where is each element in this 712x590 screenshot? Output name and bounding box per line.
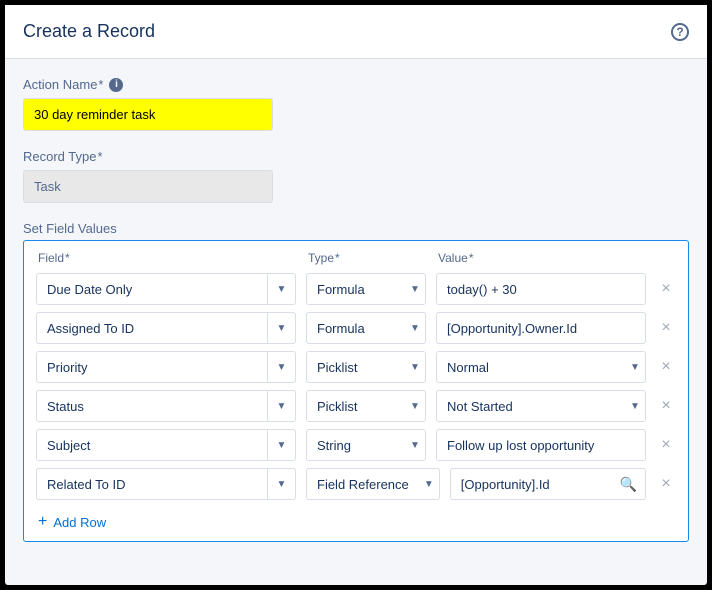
field-select[interactable]: Subject ▼ <box>36 429 296 461</box>
chevron-down-icon: ▼ <box>267 274 295 304</box>
field-row: Related To ID ▼ Field Reference ▼ [Oppor… <box>36 468 676 500</box>
chevron-down-icon: ▼ <box>405 362 425 373</box>
grid-header: Field Type Value <box>36 251 676 265</box>
action-name-label: Action Name i <box>23 77 689 92</box>
field-row: Subject ▼ String ▼ Follow up lost opport… <box>36 429 676 461</box>
field-row: Due Date Only ▼ Formula ▼ today() + 30 × <box>36 273 676 305</box>
type-select[interactable]: Picklist ▼ <box>306 351 426 383</box>
type-select[interactable]: Picklist ▼ <box>306 390 426 422</box>
help-icon[interactable]: ? <box>671 23 689 41</box>
record-type-label: Record Type <box>23 149 689 164</box>
search-icon: 🔍 <box>620 476 645 493</box>
field-row: Status ▼ Picklist ▼ Not Started ▼ × <box>36 390 676 422</box>
remove-row-button[interactable]: × <box>656 280 676 298</box>
chevron-down-icon: ▼ <box>405 284 425 295</box>
type-select[interactable]: String ▼ <box>306 429 426 461</box>
field-select[interactable]: Assigned To ID ▼ <box>36 312 296 344</box>
chevron-down-icon: ▼ <box>625 401 645 412</box>
remove-row-button[interactable]: × <box>656 475 676 493</box>
value-input[interactable]: today() + 30 <box>436 273 646 305</box>
col-field-header: Field <box>38 251 298 265</box>
record-type-group: Record Type Task <box>23 149 689 203</box>
chevron-down-icon: ▼ <box>405 323 425 334</box>
remove-row-button[interactable]: × <box>656 436 676 454</box>
create-record-panel: Create a Record ? Action Name i Record T… <box>5 5 707 585</box>
field-select[interactable]: Related To ID ▼ <box>36 468 296 500</box>
col-value-header: Value <box>438 251 644 265</box>
type-select[interactable]: Formula ▼ <box>306 273 426 305</box>
field-select[interactable]: Status ▼ <box>36 390 296 422</box>
value-lookup[interactable]: [Opportunity].Id 🔍 <box>450 468 646 500</box>
record-type-input: Task <box>23 170 273 203</box>
add-row-label: Add Row <box>53 515 106 530</box>
chevron-down-icon: ▼ <box>405 440 425 451</box>
action-name-group: Action Name i <box>23 77 689 131</box>
plus-icon: + <box>38 513 47 531</box>
panel-title: Create a Record <box>23 21 155 42</box>
value-picklist[interactable]: Normal ▼ <box>436 351 646 383</box>
chevron-down-icon: ▼ <box>267 313 295 343</box>
chevron-down-icon: ▼ <box>267 352 295 382</box>
chevron-down-icon: ▼ <box>625 362 645 373</box>
info-icon[interactable]: i <box>109 78 123 92</box>
value-input[interactable]: [Opportunity].Owner.Id <box>436 312 646 344</box>
chevron-down-icon: ▼ <box>267 469 295 499</box>
remove-row-button[interactable]: × <box>656 358 676 376</box>
remove-row-button[interactable]: × <box>656 397 676 415</box>
chevron-down-icon: ▼ <box>267 430 295 460</box>
col-type-header: Type <box>308 251 428 265</box>
remove-row-button[interactable]: × <box>656 319 676 337</box>
type-select[interactable]: Field Reference ▼ <box>306 468 440 500</box>
add-row-button[interactable]: + Add Row <box>36 507 676 533</box>
value-input[interactable]: Follow up lost opportunity <box>436 429 646 461</box>
chevron-down-icon: ▼ <box>267 391 295 421</box>
value-picklist[interactable]: Not Started ▼ <box>436 390 646 422</box>
field-select[interactable]: Priority ▼ <box>36 351 296 383</box>
set-field-values-label: Set Field Values <box>23 221 689 236</box>
field-values-grid: Field Type Value Due Date Only ▼ Formula… <box>23 240 689 542</box>
panel-header: Create a Record ? <box>5 5 707 59</box>
chevron-down-icon: ▼ <box>419 479 439 490</box>
field-row: Assigned To ID ▼ Formula ▼ [Opportunity]… <box>36 312 676 344</box>
type-select[interactable]: Formula ▼ <box>306 312 426 344</box>
field-select[interactable]: Due Date Only ▼ <box>36 273 296 305</box>
panel-content: Action Name i Record Type Task Set Field… <box>5 59 707 560</box>
action-name-input[interactable] <box>23 98 273 131</box>
field-row: Priority ▼ Picklist ▼ Normal ▼ × <box>36 351 676 383</box>
chevron-down-icon: ▼ <box>405 401 425 412</box>
